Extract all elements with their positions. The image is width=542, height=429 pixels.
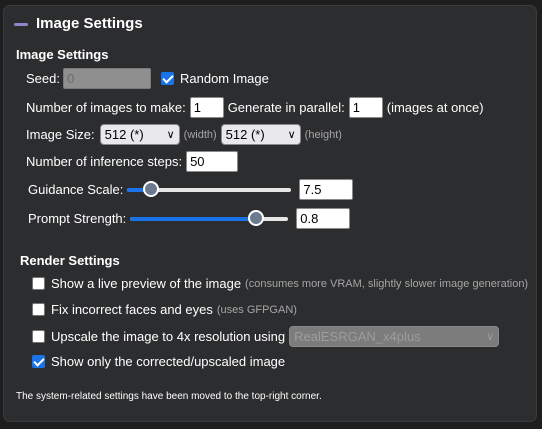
height-hint: (height): [304, 128, 342, 141]
parallel-suffix: (images at once): [386, 100, 484, 115]
width-select-value: 512 (*): [104, 127, 144, 142]
footer-note: The system-related settings have been mo…: [16, 391, 322, 402]
inference-steps-input[interactable]: [186, 151, 239, 172]
prompt-strength-row: Prompt Strength:: [28, 208, 354, 229]
fix-faces-row: Fix incorrect faces and eyes (uses GFPGA…: [32, 302, 297, 317]
fix-faces-label[interactable]: Fix incorrect faces and eyes: [51, 302, 213, 317]
guidance-scale-slider[interactable]: [127, 180, 292, 200]
slider-thumb[interactable]: [247, 209, 264, 226]
only-corrected-label[interactable]: Show only the corrected/upscaled image: [51, 354, 285, 369]
parallel-label: Generate in parallel:: [227, 100, 345, 115]
random-image-label[interactable]: Random Image: [180, 71, 269, 86]
upscale-model-value: RealESRGAN_x4plus: [294, 329, 421, 344]
width-select[interactable]: 512 (*) ∨: [99, 124, 180, 145]
collapse-icon[interactable]: [14, 22, 28, 26]
num-images-row: Number of images to make: Generate in pa…: [26, 97, 484, 118]
chevron-down-icon: ∨: [486, 331, 495, 343]
chevron-down-icon: ∨: [287, 129, 296, 141]
upscale-model-select[interactable]: RealESRGAN_x4plus ∨: [289, 326, 500, 347]
guidance-scale-input[interactable]: [299, 179, 354, 200]
height-select-value: 512 (*): [225, 127, 265, 142]
live-preview-row: Show a live preview of the image (consum…: [32, 276, 528, 291]
image-settings-heading: Image Settings: [16, 47, 109, 62]
chevron-down-icon: ∨: [166, 129, 175, 141]
num-images-input[interactable]: [189, 97, 224, 118]
random-image-checkbox[interactable]: [160, 72, 174, 85]
panel-title: Image Settings: [36, 15, 143, 32]
render-settings-heading: Render Settings: [20, 253, 120, 268]
prompt-strength-slider[interactable]: [130, 209, 289, 229]
upscale-checkbox[interactable]: [32, 330, 45, 343]
seed-label: Seed:: [26, 71, 60, 86]
image-size-label: Image Size:: [26, 127, 95, 142]
upscale-row: Upscale the image to 4x resolution using…: [32, 326, 500, 347]
prompt-strength-input[interactable]: [296, 208, 351, 229]
live-preview-checkbox[interactable]: [32, 277, 45, 290]
only-corrected-checkbox[interactable]: [32, 355, 45, 368]
fix-faces-checkbox[interactable]: [32, 303, 45, 316]
guidance-scale-row: Guidance Scale:: [28, 179, 357, 200]
width-hint: (width): [183, 128, 217, 141]
slider-thumb[interactable]: [143, 180, 159, 197]
prompt-strength-label: Prompt Strength:: [28, 211, 127, 226]
inference-steps-row: Number of inference steps:: [26, 151, 242, 172]
num-images-label: Number of images to make:: [26, 100, 186, 115]
upscale-label[interactable]: Upscale the image to 4x resolution using: [51, 329, 285, 344]
parallel-input[interactable]: [348, 97, 383, 118]
inference-steps-label: Number of inference steps:: [26, 154, 183, 169]
live-preview-label[interactable]: Show a live preview of the image: [51, 276, 241, 291]
seed-row: Seed: Random Image: [26, 68, 269, 89]
fix-faces-hint: (uses GFPGAN): [216, 303, 297, 316]
slider-fill: [130, 216, 257, 221]
panel-header[interactable]: Image Settings: [14, 15, 143, 32]
only-corrected-row: Show only the corrected/upscaled image: [32, 354, 285, 369]
seed-input[interactable]: [62, 68, 151, 89]
guidance-scale-label: Guidance Scale:: [28, 182, 124, 197]
live-preview-hint: (consumes more VRAM, slightly slower ima…: [245, 277, 529, 290]
image-size-row: Image Size: 512 (*) ∨ (width) 512 (*) ∨ …: [26, 124, 342, 145]
height-select[interactable]: 512 (*) ∨: [220, 124, 301, 145]
